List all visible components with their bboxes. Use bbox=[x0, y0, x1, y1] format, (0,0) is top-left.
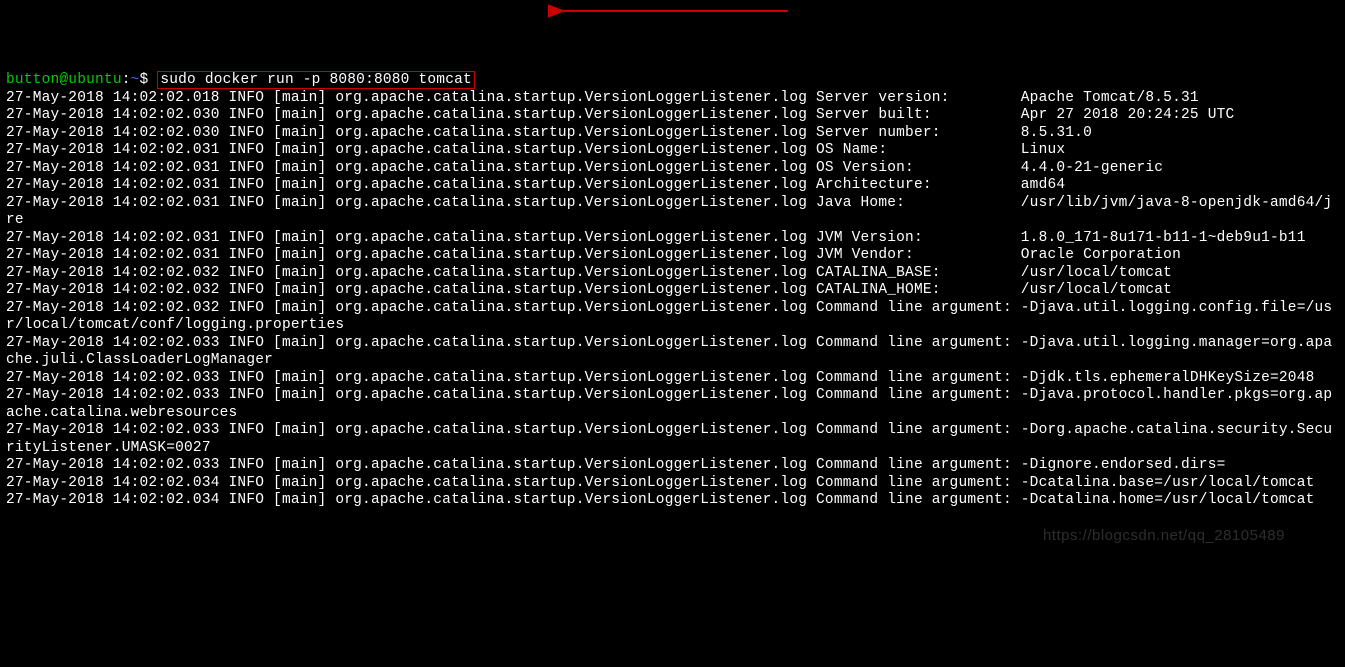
log-line: 27-May-2018 14:02:02.031 INFO [main] org… bbox=[6, 230, 1306, 246]
log-line: 27-May-2018 14:02:02.031 INFO [main] org… bbox=[6, 160, 1163, 176]
log-line: 27-May-2018 14:02:02.031 INFO [main] org… bbox=[6, 142, 1065, 158]
log-line: 27-May-2018 14:02:02.030 INFO [main] org… bbox=[6, 125, 1092, 141]
log-line: 27-May-2018 14:02:02.032 INFO [main] org… bbox=[6, 265, 1172, 281]
terminal-output[interactable]: button@ubuntu:~$ sudo docker run -p 8080… bbox=[6, 72, 1339, 510]
log-line: 27-May-2018 14:02:02.033 INFO [main] org… bbox=[6, 387, 1332, 421]
log-line: 27-May-2018 14:02:02.033 INFO [main] org… bbox=[6, 370, 1315, 386]
typed-command: sudo docker run -p 8080:8080 tomcat bbox=[160, 72, 472, 88]
command-highlight-box: sudo docker run -p 8080:8080 tomcat bbox=[157, 71, 475, 89]
annotation-arrow-icon bbox=[548, 3, 798, 23]
log-line: 27-May-2018 14:02:02.031 INFO [main] org… bbox=[6, 195, 1332, 229]
watermark-text: https://blogcsdn.net/qq_28105489 bbox=[1043, 527, 1285, 545]
log-line: 27-May-2018 14:02:02.032 INFO [main] org… bbox=[6, 300, 1332, 334]
prompt-dollar: $ bbox=[140, 72, 158, 88]
prompt-user: button@ubuntu bbox=[6, 72, 122, 88]
log-line: 27-May-2018 14:02:02.033 INFO [main] org… bbox=[6, 422, 1332, 456]
log-line: 27-May-2018 14:02:02.030 INFO [main] org… bbox=[6, 107, 1234, 123]
log-line: 27-May-2018 14:02:02.031 INFO [main] org… bbox=[6, 247, 1181, 263]
log-line: 27-May-2018 14:02:02.032 INFO [main] org… bbox=[6, 282, 1172, 298]
log-line: 27-May-2018 14:02:02.033 INFO [main] org… bbox=[6, 457, 1226, 473]
prompt-colon: : bbox=[122, 72, 131, 88]
log-line: 27-May-2018 14:02:02.034 INFO [main] org… bbox=[6, 492, 1315, 508]
prompt-path: ~ bbox=[131, 72, 140, 88]
log-line: 27-May-2018 14:02:02.031 INFO [main] org… bbox=[6, 177, 1065, 193]
log-line: 27-May-2018 14:02:02.018 INFO [main] org… bbox=[6, 90, 1199, 106]
log-line: 27-May-2018 14:02:02.034 INFO [main] org… bbox=[6, 475, 1315, 491]
log-line: 27-May-2018 14:02:02.033 INFO [main] org… bbox=[6, 335, 1332, 369]
